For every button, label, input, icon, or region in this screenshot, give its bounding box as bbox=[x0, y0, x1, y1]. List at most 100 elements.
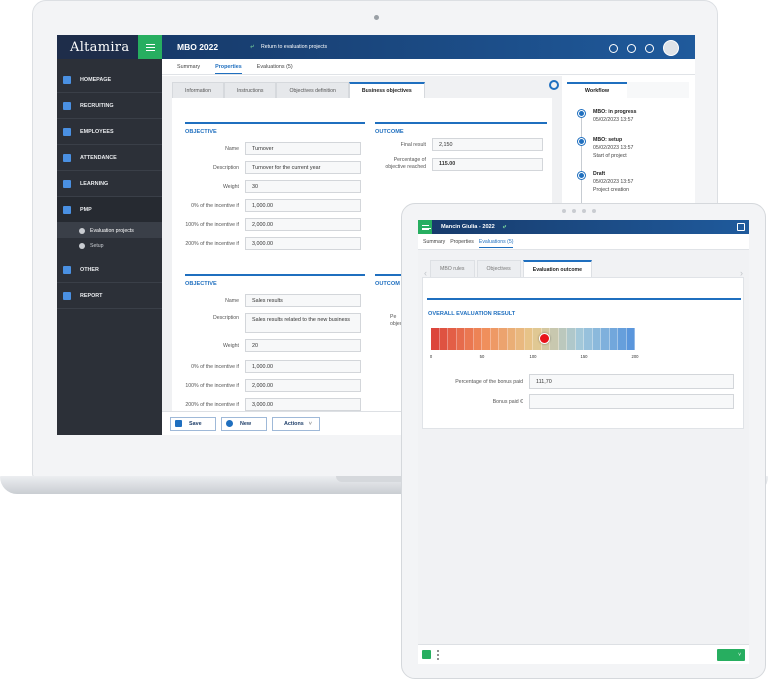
chevron-down-icon: ˅ bbox=[308, 420, 312, 427]
sidebar-subitem-setup[interactable]: Setup bbox=[57, 238, 162, 253]
scale-tick-label: 150 bbox=[580, 354, 588, 359]
subtab-evaluation-outcome[interactable]: Evaluation outcome bbox=[522, 260, 593, 277]
incentive-100-field[interactable]: 2,000.00 bbox=[245, 218, 361, 231]
sidebar-subitem-evaluation-projects[interactable]: Evaluation projects bbox=[57, 223, 162, 238]
scale-segment bbox=[499, 328, 508, 350]
scale-segment bbox=[567, 328, 576, 350]
weight-label: Weight bbox=[222, 183, 239, 190]
tab-properties[interactable]: Properties bbox=[215, 64, 242, 74]
confirm-button[interactable]: ˅ bbox=[717, 649, 745, 661]
incentive-200-field-2[interactable]: 3,000.00 bbox=[245, 398, 361, 411]
pmp-icon bbox=[63, 205, 71, 214]
name-field-2[interactable]: Sales results bbox=[245, 294, 361, 307]
sidebar-item-report[interactable]: REPORT bbox=[57, 283, 162, 309]
incentive-0-field-2[interactable]: 1,000.00 bbox=[245, 360, 361, 373]
share-icon[interactable] bbox=[737, 223, 745, 231]
more-icon[interactable] bbox=[437, 649, 439, 660]
workflow-step: MBO: setup 05/02/2023 13:57 Start of pro… bbox=[593, 137, 634, 159]
incentive-0-field[interactable]: 1,000.00 bbox=[245, 199, 361, 212]
main-tabs: Summary Properties Evaluations (5) bbox=[162, 59, 695, 75]
bonus-paid-field[interactable] bbox=[529, 394, 734, 409]
save-button[interactable]: Save bbox=[170, 416, 216, 431]
scale-segment bbox=[609, 328, 618, 350]
scale-segment bbox=[431, 328, 440, 350]
sidebar-item-attendance[interactable]: ATTENDANCE bbox=[57, 145, 162, 171]
tab-workflow[interactable]: Workflow bbox=[567, 82, 627, 98]
brand-logo: Altamira bbox=[57, 35, 162, 59]
scale-segment bbox=[490, 328, 499, 350]
plus-circle-icon bbox=[226, 420, 233, 427]
tab-properties[interactable]: Properties bbox=[450, 239, 474, 245]
sidebar-item-pmp[interactable]: PMP bbox=[57, 197, 162, 223]
scale-segment bbox=[524, 328, 533, 350]
scale-segment bbox=[439, 328, 448, 350]
save-icon[interactable] bbox=[422, 650, 431, 659]
sub-tabs: Information Instructions Objectives defi… bbox=[172, 82, 425, 98]
sidebar-item-employees[interactable]: EMPLOYEES bbox=[57, 119, 162, 145]
sidebar-item-other[interactable]: OTHER bbox=[57, 257, 162, 283]
incentive-0-label-2: 0% of the incentive if bbox=[191, 363, 239, 370]
incentive-100-label: 100% of the incentive if bbox=[185, 221, 239, 228]
weight-field-2[interactable]: 20 bbox=[245, 339, 361, 352]
incentive-200-label-2: 200% of the incentive if bbox=[185, 401, 239, 408]
incentive-200-field[interactable]: 3,000.00 bbox=[245, 237, 361, 250]
brand-name: Altamira bbox=[70, 39, 130, 55]
subtab-mbo-rules[interactable]: MBO rules bbox=[430, 260, 475, 277]
setup-icon bbox=[79, 242, 85, 249]
scale-segment bbox=[618, 328, 627, 350]
workflow-dot bbox=[578, 172, 585, 179]
avatar[interactable] bbox=[663, 40, 679, 56]
actions-button[interactable]: Actions ˅ bbox=[272, 416, 320, 431]
subtab-information[interactable]: Information bbox=[172, 82, 224, 98]
bonus-percentage-label: Percentage of the bonus paid bbox=[455, 378, 523, 385]
percentage-reached-label: Percentage of objective reached bbox=[385, 157, 426, 170]
gear-icon[interactable] bbox=[609, 43, 618, 53]
subtab-business-objectives[interactable]: Business objectives bbox=[348, 82, 425, 98]
tablet-action-bar: ˅ bbox=[418, 644, 749, 664]
subtab-objectives-definition[interactable]: Objectives definition bbox=[276, 82, 349, 98]
objective-title-2: OBJECTIVE bbox=[185, 281, 217, 287]
subtab-instructions[interactable]: Instructions bbox=[223, 82, 277, 98]
workflow-step: MBO: in progress 05/02/2023 13:57 bbox=[593, 109, 637, 123]
settings-gear-icon[interactable] bbox=[549, 80, 559, 90]
tab-evaluations[interactable]: Evaluations (5) bbox=[257, 64, 293, 70]
description-field-2[interactable]: Sales results related to the new busines… bbox=[245, 313, 361, 333]
name-label: Name bbox=[225, 145, 239, 152]
final-result-field[interactable]: 2,150 bbox=[432, 138, 543, 151]
sidebar-item-homepage[interactable]: HOMEPAGE bbox=[57, 67, 162, 93]
tab-summary[interactable]: Summary bbox=[177, 64, 200, 70]
tablet-header: Mancin Giulia - 2022 ⤶ bbox=[418, 220, 749, 234]
scale-tick-label: 100 bbox=[529, 354, 537, 359]
help-icon[interactable] bbox=[645, 43, 654, 53]
outcome-title-2: OUTCOM bbox=[375, 281, 400, 287]
sidebar-item-learning[interactable]: LEARNING bbox=[57, 171, 162, 197]
percentage-reached-field[interactable]: 115.00 bbox=[432, 157, 543, 171]
bonus-percentage-field[interactable]: 111,70 bbox=[529, 374, 734, 389]
workflow-dot bbox=[578, 110, 585, 117]
name-field[interactable]: Turnover bbox=[245, 142, 361, 155]
clock-icon[interactable] bbox=[627, 43, 636, 53]
objective-bar bbox=[185, 122, 365, 124]
other-icon bbox=[63, 265, 71, 274]
sidebar-item-recruiting[interactable]: RECRUITING bbox=[57, 93, 162, 119]
incentive-100-label-2: 100% of the incentive if bbox=[185, 382, 239, 389]
tab-evaluations[interactable]: Evaluations (5) bbox=[478, 239, 514, 248]
weight-label-2: Weight bbox=[222, 342, 239, 349]
description-field[interactable]: Turnover for the current year bbox=[245, 161, 361, 174]
weight-field[interactable]: 30 bbox=[245, 180, 361, 193]
report-icon bbox=[63, 291, 71, 300]
new-button[interactable]: New bbox=[221, 416, 267, 431]
scale-segment bbox=[584, 328, 593, 350]
sidebar: Altamira HOMEPAGE RECRUITING EMPLOYEES A… bbox=[57, 35, 162, 435]
tab-summary[interactable]: Summary bbox=[423, 239, 445, 245]
menu-toggle-button[interactable] bbox=[138, 35, 162, 59]
hamburger-icon bbox=[145, 43, 155, 51]
tablet-menu-button[interactable] bbox=[418, 220, 432, 234]
incentive-100-field-2[interactable]: 2,000.00 bbox=[245, 379, 361, 392]
learning-icon bbox=[63, 179, 71, 188]
back-arrow-icon[interactable]: ⤶ bbox=[503, 224, 506, 231]
subtab-objectives[interactable]: Objectives bbox=[476, 260, 521, 277]
back-link[interactable]: ⤶ Return to evaluation projects bbox=[250, 43, 327, 51]
header-bar: MBO 2022 ⤶ Return to evaluation projects bbox=[162, 35, 695, 59]
scale-segment bbox=[482, 328, 491, 350]
